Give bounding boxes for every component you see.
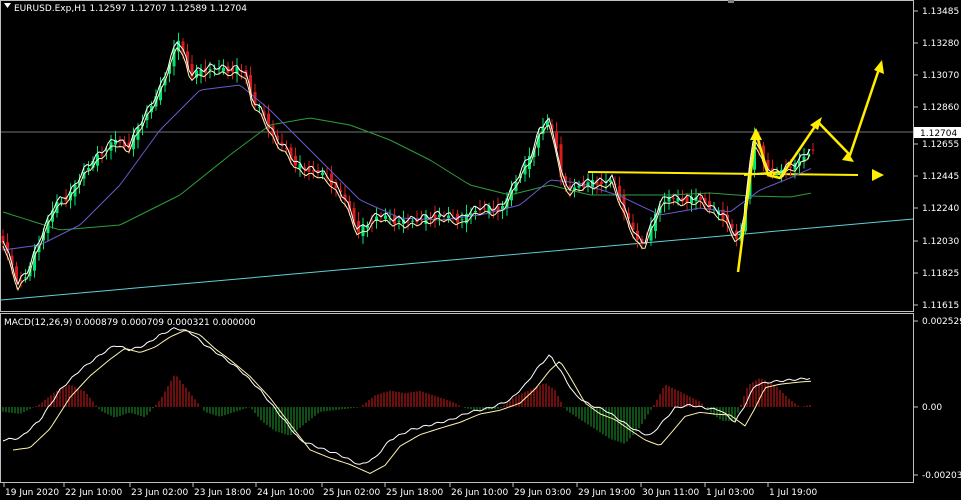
price-tick-label: 1.12240 bbox=[922, 204, 959, 214]
candle-body bbox=[411, 220, 414, 222]
candle-body bbox=[811, 149, 815, 151]
time-tick-label: 29 Jun 19:00 bbox=[578, 488, 635, 498]
candle-body bbox=[321, 172, 324, 176]
price-tick-label: 1.12860 bbox=[922, 103, 959, 113]
candle-body bbox=[672, 197, 675, 199]
time-tick-label: 26 Jun 10:00 bbox=[451, 488, 508, 498]
macd-tick-label: 0.002529 bbox=[922, 317, 961, 327]
candle-body bbox=[447, 215, 450, 219]
candle-body bbox=[397, 220, 401, 222]
candle-body bbox=[699, 197, 702, 200]
price-tick-label: 1.11615 bbox=[922, 301, 959, 311]
price-tick-label: 1.12030 bbox=[922, 237, 959, 247]
ma-fast-line bbox=[2, 41, 811, 286]
time-tick-label: 30 Jun 11:00 bbox=[642, 488, 699, 498]
collapse-arrow-icon[interactable] bbox=[4, 3, 11, 8]
price-axis: 1.13485 1.13280 1.13070 1.12860 1.12655 1.124… bbox=[914, 7, 959, 311]
time-tick-label: 22 Jun 10:00 bbox=[65, 488, 122, 498]
macd-tick-label: -0.00203 bbox=[922, 471, 961, 481]
candle-body bbox=[708, 201, 711, 210]
time-tick-label: 1 Jul 03:00 bbox=[706, 488, 755, 498]
time-tick-label: 29 Jun 03:00 bbox=[514, 488, 571, 498]
time-tick-label: 23 Jun 18:00 bbox=[194, 488, 251, 498]
candle-body bbox=[60, 201, 63, 203]
arrow-up-icon bbox=[874, 60, 884, 74]
price-tick-label: 1.11825 bbox=[922, 269, 959, 279]
macd-title: MACD(12,26,9) 0.000879 0.000709 0.000321… bbox=[4, 318, 256, 328]
price-chart[interactable] bbox=[0, 32, 914, 301]
macd-chart[interactable] bbox=[2, 327, 812, 474]
candle-body bbox=[483, 208, 486, 210]
candle-body bbox=[118, 141, 122, 143]
candle-body bbox=[87, 167, 90, 170]
candle-body bbox=[208, 69, 212, 71]
chart-title: EURUSD.Exp,H1 1.12597 1.12707 1.12589 1.… bbox=[14, 4, 247, 14]
current-price-label: 1.12704 bbox=[920, 129, 957, 139]
macd-axis: 0.002529 0.00 -0.00203 bbox=[914, 317, 961, 481]
time-tick-label: 23 Jun 02:00 bbox=[131, 488, 188, 498]
candle-body bbox=[24, 277, 27, 279]
candle-body bbox=[384, 215, 387, 219]
candle-body bbox=[667, 196, 671, 202]
macd-line bbox=[2, 327, 811, 465]
candle-body bbox=[474, 211, 477, 213]
support-trendline[interactable] bbox=[0, 218, 914, 301]
macd-tick-label: 0.00 bbox=[922, 403, 942, 413]
time-tick-label: 25 Jun 02:00 bbox=[323, 488, 380, 498]
price-tick-label: 1.13280 bbox=[922, 39, 959, 49]
main-panel-frame bbox=[0, 0, 914, 312]
price-tick-label: 1.12445 bbox=[922, 172, 959, 182]
panel-corner-icon bbox=[728, 0, 734, 3]
candle-body bbox=[577, 185, 581, 188]
arrow-right-icon bbox=[872, 169, 884, 181]
resistance-line[interactable] bbox=[587, 171, 859, 176]
candle-body bbox=[361, 224, 365, 237]
chart-window[interactable]: EURUSD.Exp,H1 1.12597 1.12707 1.12589 1.… bbox=[0, 0, 961, 500]
time-tick-label: 1 Jul 19:00 bbox=[769, 488, 818, 498]
price-tick-label: 1.12655 bbox=[922, 140, 959, 150]
time-axis: 19 Jun 2020 22 Jun 10:00 23 Jun 02:00 23 Ju… bbox=[3, 483, 818, 498]
time-tick-label: 25 Jun 18:00 bbox=[386, 488, 443, 498]
price-tick-label: 1.13485 bbox=[922, 7, 959, 17]
candle-body bbox=[460, 219, 464, 221]
signal-line bbox=[12, 330, 812, 474]
candle-body bbox=[294, 155, 297, 166]
time-tick-label: 19 Jun 2020 bbox=[5, 488, 59, 498]
price-tick-label: 1.13070 bbox=[922, 71, 959, 81]
candle-body bbox=[222, 67, 225, 72]
candle-body bbox=[330, 173, 333, 186]
arrow-up-icon bbox=[750, 128, 762, 140]
ma-mid-line bbox=[2, 46, 811, 292]
ma-slow-line bbox=[2, 84, 812, 251]
time-tick-label: 24 Jun 10:00 bbox=[257, 488, 314, 498]
candle-body bbox=[789, 166, 792, 168]
candle-body bbox=[100, 154, 104, 156]
arrow-down-icon bbox=[842, 152, 854, 162]
candle-body bbox=[600, 181, 603, 185]
